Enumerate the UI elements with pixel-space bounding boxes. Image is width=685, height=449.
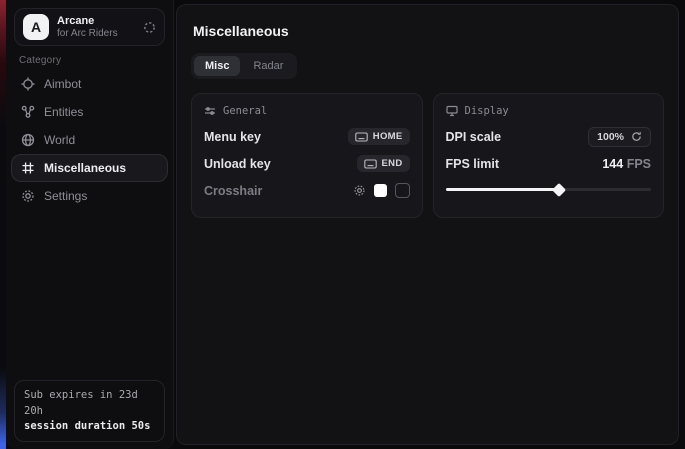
fps-limit-label: FPS limit (446, 157, 499, 171)
crosshair-settings-icon[interactable] (353, 184, 366, 197)
dpi-scale-label: DPI scale (446, 130, 502, 144)
sidebar-item-settings[interactable]: Settings (11, 182, 168, 210)
grid-icon (21, 161, 35, 175)
sidebar-item-miscellaneous[interactable]: Miscellaneous (11, 154, 168, 182)
sidebar: A Arcane for Arc Riders Category Aimbot (6, 0, 174, 449)
fps-limit-unit: FPS (627, 157, 651, 171)
sidebar-item-label: World (44, 133, 75, 147)
app-subtitle: for Arc Riders (57, 28, 135, 40)
sidebar-item-world[interactable]: World (11, 126, 168, 154)
tab-radar[interactable]: Radar (242, 56, 294, 76)
spinner-icon[interactable] (143, 21, 156, 34)
entities-icon (21, 105, 35, 119)
menu-key-label: Menu key (204, 130, 261, 144)
fps-slider-fill (446, 188, 559, 191)
crosshair-color-swatch[interactable] (374, 184, 387, 197)
page-title: Miscellaneous (193, 23, 664, 39)
fps-limit-value: 144 (602, 157, 623, 171)
sidebar-item-entities[interactable]: Entities (11, 98, 168, 126)
keyboard-icon (364, 159, 377, 169)
sidebar-item-label: Miscellaneous (44, 161, 126, 175)
general-card: General Menu key HOME Unload key (191, 93, 423, 218)
crosshair-label: Crosshair (204, 184, 262, 198)
profile-card[interactable]: A Arcane for Arc Riders (14, 8, 165, 46)
tab-bar: Misc Radar (191, 53, 297, 79)
sub-expiry-text: Sub expires in 23d 20h (24, 388, 155, 418)
display-card: Display DPI scale 100% FPS limit 144 (433, 93, 665, 218)
main-panel: Miscellaneous Misc Radar General Menu ke… (176, 4, 679, 445)
avatar: A (23, 14, 49, 40)
sidebar-item-label: Aimbot (44, 77, 81, 91)
fps-limit-row: FPS limit 144 FPS (446, 150, 652, 177)
keyboard-icon (355, 132, 368, 142)
sidebar-item-label: Entities (44, 105, 83, 119)
sidebar-item-aimbot[interactable]: Aimbot (11, 70, 168, 98)
fps-limit-slider[interactable] (446, 183, 652, 195)
dpi-scale-value: 100% (597, 131, 624, 143)
monitor-icon (446, 105, 458, 117)
menu-key-bind-button[interactable]: HOME (348, 128, 410, 145)
unload-key-row: Unload key END (204, 150, 410, 177)
dpi-scale-row: DPI scale 100% (446, 123, 652, 150)
category-label: Category (19, 55, 61, 66)
unload-key-label: Unload key (204, 157, 271, 171)
crosshair-checkbox[interactable] (395, 183, 410, 198)
crosshair-icon (21, 77, 35, 91)
crosshair-row: Crosshair (204, 177, 410, 204)
sliders-icon (204, 105, 216, 117)
unload-key-bind-button[interactable]: END (357, 155, 410, 172)
dpi-scale-control[interactable]: 100% (588, 127, 651, 147)
globe-icon (21, 133, 35, 147)
gear-icon (21, 189, 35, 203)
card-title: Display (465, 105, 509, 117)
tab-misc[interactable]: Misc (194, 56, 240, 76)
subscription-box: Sub expires in 23d 20h session duration … (14, 380, 165, 442)
session-duration-text: session duration 50s (24, 419, 155, 434)
sidebar-nav: Aimbot Entities World M (11, 70, 168, 210)
menu-key-row: Menu key HOME (204, 123, 410, 150)
sidebar-item-label: Settings (44, 189, 87, 203)
fps-slider-thumb[interactable] (551, 182, 565, 196)
card-title: General (223, 105, 267, 117)
app-name: Arcane (57, 15, 135, 28)
refresh-icon[interactable] (631, 131, 642, 142)
